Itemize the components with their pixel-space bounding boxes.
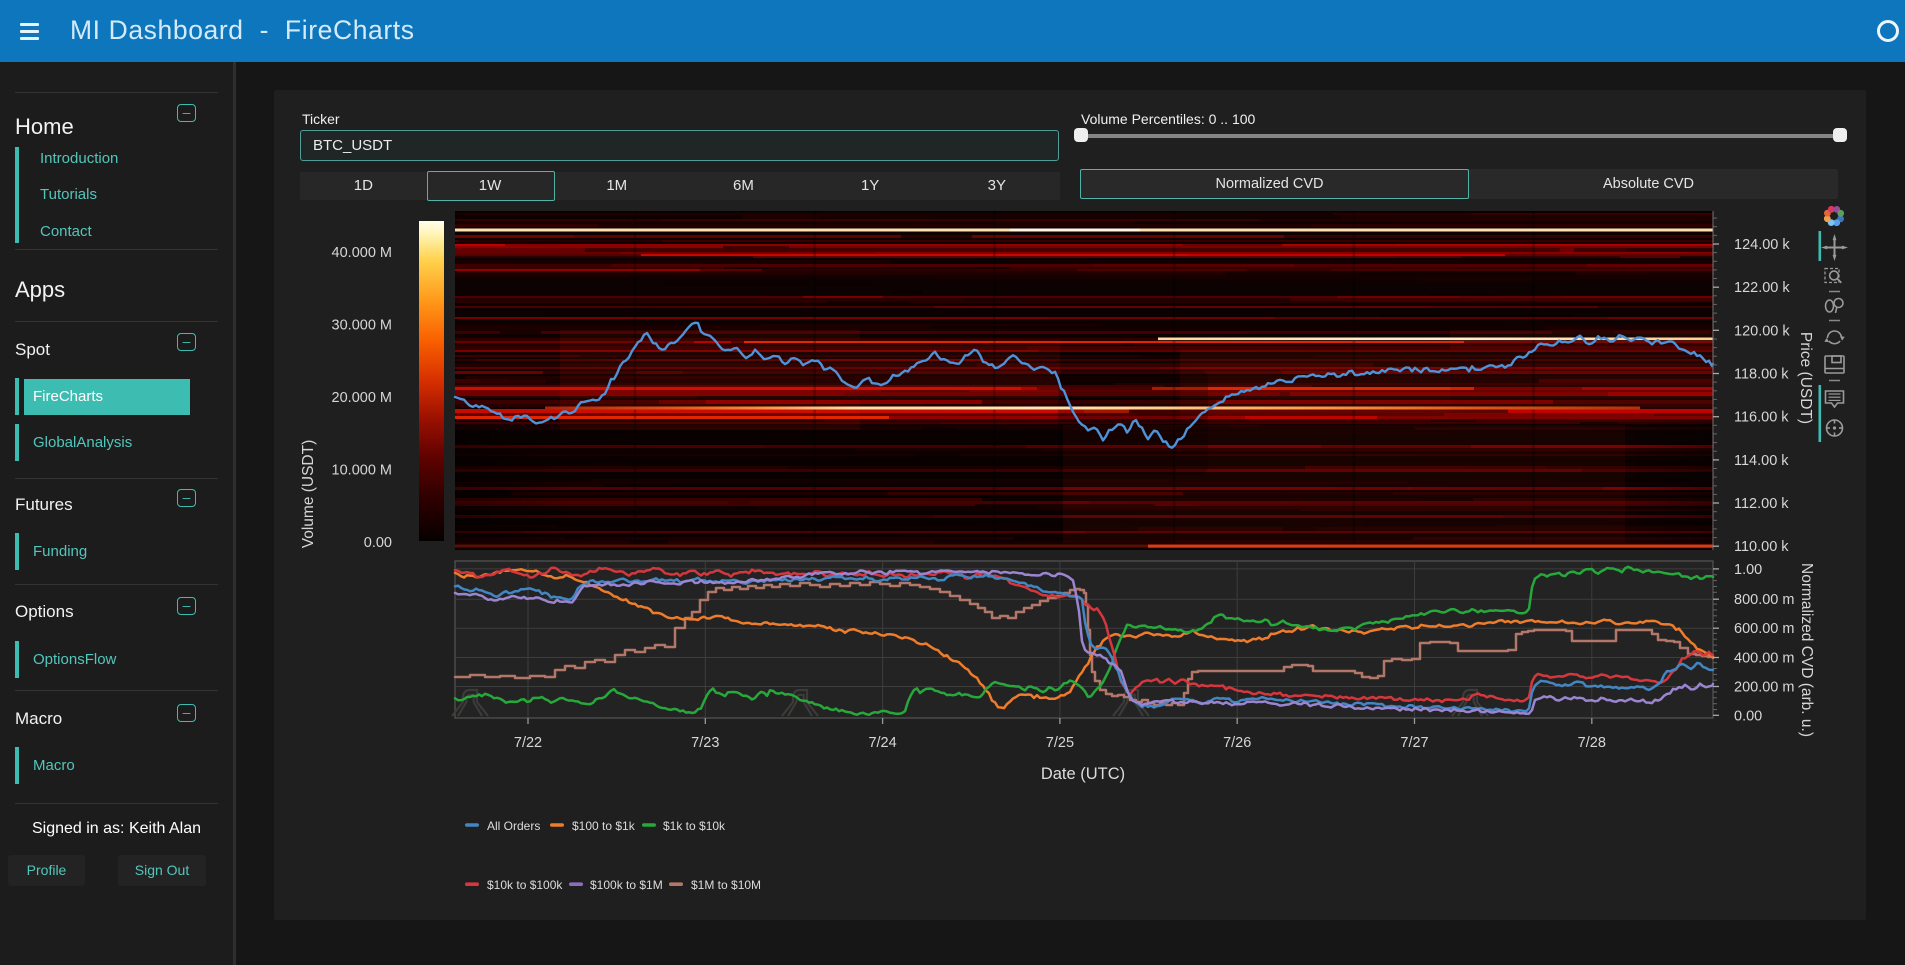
svg-text:7/26: 7/26: [1223, 735, 1251, 751]
svg-text:124.00 k: 124.00 k: [1734, 237, 1790, 253]
svg-text:40.000 M: 40.000 M: [332, 245, 392, 261]
svg-text:Volume (USDT): Volume (USDT): [300, 440, 317, 549]
svg-text:$10k to $100k: $10k to $100k: [487, 878, 563, 892]
svg-text:Normalized CVD (arb. u.): Normalized CVD (arb. u.): [1798, 563, 1815, 737]
svg-text:7/22: 7/22: [514, 735, 542, 751]
svg-text:116.00 k: 116.00 k: [1734, 410, 1789, 426]
svg-text:$1k to $10k: $1k to $10k: [663, 819, 726, 833]
svg-text:110.00 k: 110.00 k: [1734, 539, 1789, 555]
svg-text:7/23: 7/23: [691, 735, 719, 751]
svg-text:All Orders: All Orders: [487, 819, 540, 833]
svg-text:7/24: 7/24: [868, 735, 896, 751]
svg-text:600.00 m: 600.00 m: [1734, 621, 1794, 637]
svg-text:7/28: 7/28: [1578, 735, 1606, 751]
svg-text:0.00: 0.00: [1734, 708, 1762, 724]
svg-text:Date (UTC): Date (UTC): [1041, 765, 1125, 783]
svg-text:1.00: 1.00: [1734, 562, 1762, 578]
svg-text:800.00 m: 800.00 m: [1734, 592, 1794, 608]
svg-text:112.00 k: 112.00 k: [1734, 496, 1789, 512]
svg-text:118.00 k: 118.00 k: [1734, 367, 1789, 383]
svg-text:30.000 M: 30.000 M: [332, 318, 392, 334]
svg-text:$100k to $1M: $100k to $1M: [590, 878, 663, 892]
svg-text:200.00 m: 200.00 m: [1734, 680, 1794, 696]
svg-text:Price (USDT): Price (USDT): [1797, 332, 1814, 424]
svg-text:7/25: 7/25: [1046, 735, 1074, 751]
svg-text:114.00 k: 114.00 k: [1734, 453, 1789, 469]
svg-text:7/27: 7/27: [1400, 735, 1428, 751]
svg-text:400.00 m: 400.00 m: [1734, 651, 1794, 667]
svg-text:122.00 k: 122.00 k: [1734, 280, 1790, 296]
svg-text:20.000 M: 20.000 M: [332, 390, 392, 406]
svg-text:120.00 k: 120.00 k: [1734, 323, 1790, 339]
svg-text:0.00: 0.00: [364, 535, 392, 551]
svg-text:10.000 M: 10.000 M: [332, 463, 392, 479]
svg-text:$1M to $10M: $1M to $10M: [691, 878, 761, 892]
svg-text:$100 to $1k: $100 to $1k: [572, 819, 636, 833]
